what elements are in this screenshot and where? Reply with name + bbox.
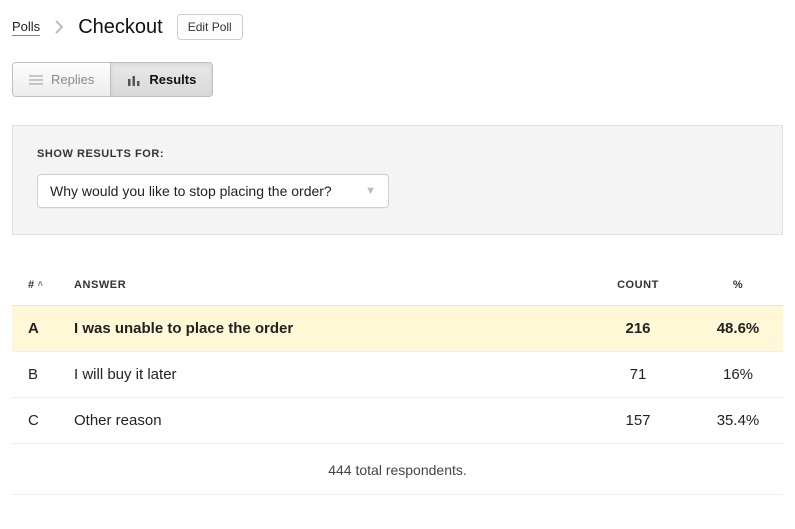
row-answer: Other reason bbox=[68, 398, 583, 444]
tab-replies[interactable]: Replies bbox=[13, 63, 111, 96]
chevron-right-icon bbox=[54, 20, 64, 34]
col-header-count[interactable]: COUNT bbox=[583, 269, 693, 306]
question-select[interactable]: Why would you like to stop placing the o… bbox=[37, 174, 389, 208]
row-answer: I was unable to place the order bbox=[68, 306, 583, 352]
breadcrumb-root-link[interactable]: Polls bbox=[12, 19, 40, 36]
chevron-down-icon: ▼ bbox=[365, 185, 376, 197]
row-count: 216 bbox=[583, 306, 693, 352]
col-header-percent[interactable]: % bbox=[693, 269, 783, 306]
table-row: A I was unable to place the order 216 48… bbox=[12, 306, 783, 352]
table-row: C Other reason 157 35.4% bbox=[12, 398, 783, 444]
row-index: B bbox=[12, 352, 68, 398]
results-table: #˄ ANSWER COUNT % A I was unable to plac… bbox=[12, 269, 783, 444]
tab-bar: Replies Results bbox=[12, 62, 213, 97]
breadcrumb: Polls Checkout Edit Poll bbox=[12, 14, 783, 40]
total-respondents: 444 total respondents. bbox=[12, 444, 783, 495]
row-index: C bbox=[12, 398, 68, 444]
list-icon bbox=[29, 74, 43, 86]
tab-results[interactable]: Results bbox=[111, 63, 212, 96]
row-answer: I will buy it later bbox=[68, 352, 583, 398]
edit-poll-button[interactable]: Edit Poll bbox=[177, 14, 243, 40]
row-percent: 16% bbox=[693, 352, 783, 398]
row-count: 157 bbox=[583, 398, 693, 444]
col-header-index[interactable]: #˄ bbox=[12, 269, 68, 306]
page-title: Checkout bbox=[78, 16, 163, 39]
bar-chart-icon bbox=[127, 74, 141, 86]
tab-replies-label: Replies bbox=[51, 72, 94, 87]
sort-asc-icon: ˄ bbox=[38, 279, 44, 289]
filter-label: SHOW RESULTS FOR: bbox=[37, 148, 758, 160]
col-header-answer[interactable]: ANSWER bbox=[68, 269, 583, 306]
row-percent: 48.6% bbox=[693, 306, 783, 352]
tab-results-label: Results bbox=[149, 72, 196, 87]
results-filter-panel: SHOW RESULTS FOR: Why would you like to … bbox=[12, 125, 783, 235]
col-header-index-label: # bbox=[28, 279, 35, 291]
row-index: A bbox=[12, 306, 68, 352]
row-count: 71 bbox=[583, 352, 693, 398]
question-select-value: Why would you like to stop placing the o… bbox=[50, 183, 332, 199]
table-row: B I will buy it later 71 16% bbox=[12, 352, 783, 398]
row-percent: 35.4% bbox=[693, 398, 783, 444]
table-header-row: #˄ ANSWER COUNT % bbox=[12, 269, 783, 306]
